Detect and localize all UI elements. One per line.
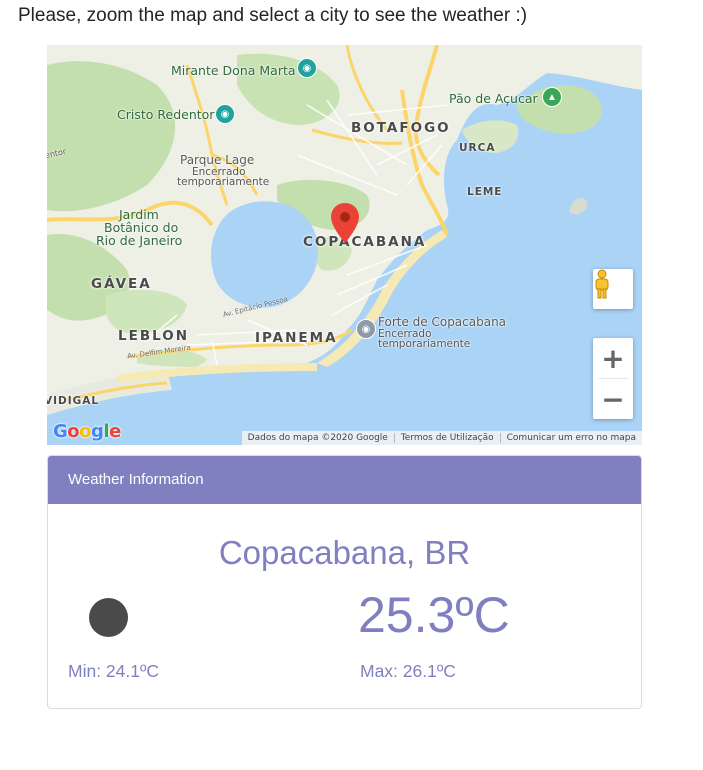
- camera-icon[interactable]: ◉: [297, 58, 317, 78]
- zoom-control: + −: [593, 338, 633, 419]
- label-gavea: GÁVEA: [91, 276, 152, 292]
- mountain-icon[interactable]: ▲: [542, 87, 562, 107]
- label-parque-lage: Parque Lage: [180, 153, 255, 167]
- min-temperature: Min: 24.1ºC: [68, 661, 160, 681]
- label-urca: URCA: [459, 142, 496, 154]
- report-error-link[interactable]: Comunicar um erro no mapa: [501, 433, 642, 443]
- current-temperature: 25.3ºC: [358, 587, 510, 643]
- camera-icon[interactable]: ◉: [356, 319, 376, 339]
- label-vidigal: VIDIGAL: [47, 395, 100, 407]
- label-mirante-dona-marta: Mirante Dona Marta: [171, 63, 296, 78]
- map[interactable]: Mirante Dona Marta ◉ Cristo Redentor ◉ P…: [47, 45, 642, 445]
- max-temperature: Max: 26.1ºC: [360, 661, 456, 681]
- zoom-in-button[interactable]: +: [593, 338, 633, 378]
- label-copacabana: COPACABANA: [303, 234, 427, 250]
- zoom-out-button[interactable]: −: [593, 379, 633, 419]
- label-forte-status-2: temporariamente: [378, 338, 471, 350]
- label-leblon: LEBLON: [118, 328, 190, 344]
- label-leme: LEME: [467, 186, 503, 198]
- label-pao-de-acucar: Pão de Açucar: [449, 91, 538, 106]
- label-ipanema: IPANEMA: [255, 330, 338, 346]
- weather-card: Weather Information Copacabana, BR 25.3º…: [47, 455, 642, 709]
- label-jardim-3: Rio de Janeiro: [96, 233, 183, 248]
- city-name: Copacabana, BR: [218, 534, 471, 571]
- pegman-icon[interactable]: [593, 269, 633, 309]
- map-pin-icon[interactable]: [331, 203, 359, 243]
- label-parque-lage-status-2: temporariamente: [177, 176, 270, 188]
- intro-text: Please, zoom the map and select a city t…: [18, 5, 528, 26]
- map-attribution: Dados do mapa ©2020 Google Termos de Uti…: [241, 431, 642, 445]
- map-data-credit: Dados do mapa ©2020 Google: [247, 433, 388, 443]
- label-forte-de-copacabana: Forte de Copacabana: [378, 315, 507, 329]
- label-cristo-redentor: Cristo Redentor: [117, 107, 215, 122]
- google-logo[interactable]: Google: [53, 421, 121, 442]
- label-botafogo: BOTAFOGO: [351, 120, 451, 136]
- camera-icon[interactable]: ◉: [215, 104, 235, 124]
- moon-icon: [89, 598, 128, 637]
- terms-link[interactable]: Termos de Utilização: [395, 433, 500, 443]
- weather-card-header: Weather Information: [48, 456, 641, 504]
